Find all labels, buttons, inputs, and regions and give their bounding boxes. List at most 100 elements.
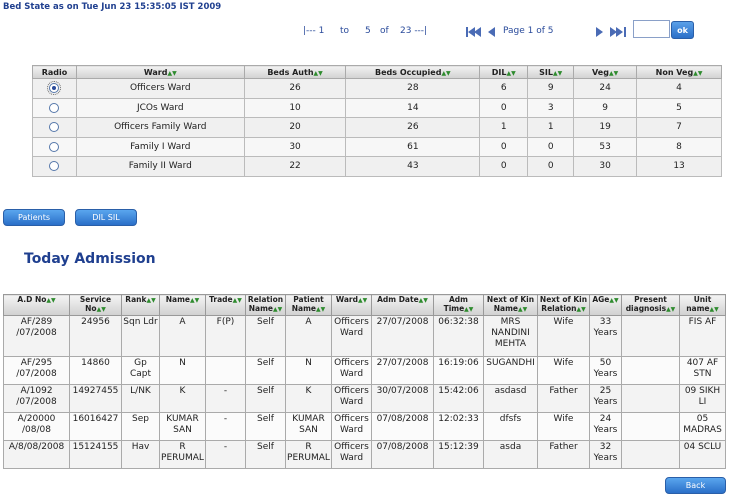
sort-icon[interactable]: ▲▼ <box>146 297 155 304</box>
adm-col-header[interactable]: AGe▲▼ <box>589 294 622 316</box>
ward-cell-beds-occ: 43 <box>345 156 481 177</box>
adm-col-header[interactable]: A.D No▲▼ <box>3 294 70 316</box>
ward-cell-dil: 0 <box>479 156 529 177</box>
sort-icon[interactable]: ▲▼ <box>609 297 618 304</box>
adm-cell-diag <box>621 412 680 441</box>
adm-cell-diag <box>621 384 680 413</box>
adm-cell-age: 33 Years <box>589 315 622 357</box>
adm-col-header[interactable]: Adm Date▲▼ <box>371 294 434 316</box>
adm-cell-time: 15:42:06 <box>433 384 484 413</box>
ward-select-radio[interactable] <box>49 102 60 113</box>
ward-cell-sil: 1 <box>527 117 575 138</box>
adm-col-header[interactable]: Present diagnosis▲▼ <box>621 294 680 316</box>
adm-cell-name: KUMAR SAN <box>159 412 206 441</box>
adm-col-header[interactable]: Trade▲▼ <box>205 294 246 316</box>
sort-icon[interactable]: ▲▼ <box>666 306 675 313</box>
adm-cell-date: 07/08/2008 <box>371 440 434 469</box>
ward-cell-beds-auth: 26 <box>243 78 347 99</box>
sort-icon[interactable]: ▲▼ <box>314 70 323 77</box>
adm-cell-trade: - <box>205 384 246 413</box>
page-indicator: Page 1 of 5 <box>503 26 554 36</box>
adm-cell-service: 14860 <box>69 356 122 385</box>
col-beds-occupied[interactable]: Beds Occupied▲▼ <box>345 65 481 79</box>
adm-cell-name: K <box>159 384 206 413</box>
pager-range-start[interactable]: |--- 1 <box>303 26 324 36</box>
sort-icon[interactable]: ▲▼ <box>441 70 450 77</box>
adm-cell-patient: R PERUMAL <box>285 440 332 469</box>
col-non-veg[interactable]: Non Veg▲▼ <box>636 65 722 79</box>
sort-icon[interactable]: ▲▼ <box>609 70 618 77</box>
ward-cell-veg: 53 <box>573 136 638 157</box>
prev-page-icon[interactable] <box>487 23 497 41</box>
next-page-icon[interactable] <box>595 23 605 41</box>
goto-page-input[interactable] <box>633 20 670 38</box>
sort-icon[interactable]: ▲▼ <box>190 297 199 304</box>
adm-col-header[interactable]: Ward▲▼ <box>331 294 372 316</box>
ward-cell-ward: Family I Ward <box>75 136 245 157</box>
adm-col-header[interactable]: Relation Name▲▼ <box>245 294 286 316</box>
sort-icon[interactable]: ▲▼ <box>273 306 282 313</box>
ward-table-header: Radio Ward▲▼ Beds Auth▲▼ Beds Occupied▲▼… <box>32 65 722 79</box>
adm-col-header[interactable]: Patient Name▲▼ <box>285 294 332 316</box>
ward-select-radio[interactable] <box>49 141 60 152</box>
radio-cell <box>32 117 77 138</box>
dil-sil-button[interactable]: DIL SIL <box>75 209 137 226</box>
sort-icon[interactable]: ▲▼ <box>576 306 585 313</box>
sort-icon[interactable]: ▲▼ <box>464 306 473 313</box>
sort-icon[interactable]: ▲▼ <box>518 306 527 313</box>
col-beds-auth[interactable]: Beds Auth▲▼ <box>243 65 347 79</box>
ward-select-radio[interactable] <box>47 81 62 95</box>
ward-cell-nonveg: 8 <box>636 136 722 157</box>
sort-icon[interactable]: ▲▼ <box>358 297 367 304</box>
pager-of-label: of <box>380 26 389 36</box>
ward-cell-ward: Officers Family Ward <box>75 117 245 138</box>
sort-icon[interactable]: ▲▼ <box>419 297 428 304</box>
adm-col-header[interactable]: Next of Kin Relation▲▼ <box>537 294 590 316</box>
sort-icon[interactable]: ▲▼ <box>693 70 702 77</box>
sort-icon[interactable]: ▲▼ <box>710 306 719 313</box>
ward-cell-nonveg: 5 <box>636 97 722 118</box>
adm-col-header[interactable]: Service No▲▼ <box>69 294 122 316</box>
adm-cell-relation: Self <box>245 315 286 357</box>
radio-cell <box>32 97 77 118</box>
ward-cell-ward: Officers Ward <box>75 78 245 99</box>
ward-cell-beds-auth: 20 <box>243 117 347 138</box>
adm-cell-rank: Sep <box>121 412 160 441</box>
sort-icon[interactable]: ▲▼ <box>553 70 562 77</box>
adm-cell-relation: Self <box>245 356 286 385</box>
ok-button[interactable]: ok <box>671 21 694 39</box>
ward-select-radio[interactable] <box>49 122 60 132</box>
col-dil[interactable]: DIL▲▼ <box>479 65 529 79</box>
adm-cell-age: 32 Years <box>589 440 622 469</box>
adm-cell-rank: L/NK <box>121 384 160 413</box>
adm-col-header[interactable]: Rank▲▼ <box>121 294 160 316</box>
radio-cell <box>32 156 77 177</box>
adm-col-header[interactable]: Adm Time▲▼ <box>433 294 484 316</box>
adm-cell-name: R PERUMAL <box>159 440 206 469</box>
back-button[interactable]: Back <box>665 477 726 494</box>
col-ward[interactable]: Ward▲▼ <box>75 65 245 79</box>
sort-icon[interactable]: ▲▼ <box>506 70 515 77</box>
sort-icon[interactable]: ▲▼ <box>233 297 242 304</box>
adm-col-header[interactable]: Unit name▲▼ <box>679 294 726 316</box>
adm-col-header[interactable]: Next of Kin Name▲▼ <box>483 294 538 316</box>
sort-icon[interactable]: ▲▼ <box>167 70 176 77</box>
last-page-icon[interactable] <box>609 23 627 41</box>
adm-col-header[interactable]: Name▲▼ <box>159 294 206 316</box>
ward-cell-beds-auth: 30 <box>243 136 347 157</box>
ward-table-row: Officers Ward 26 28 6 9 24 4 <box>32 78 722 99</box>
first-page-icon[interactable] <box>465 23 483 41</box>
adm-cell-diag <box>621 356 680 385</box>
patients-button[interactable]: Patients <box>3 209 65 226</box>
ward-cell-veg: 24 <box>573 78 638 99</box>
sort-icon[interactable]: ▲▼ <box>97 306 106 313</box>
sort-icon[interactable]: ▲▼ <box>46 297 55 304</box>
ward-bed-table: Radio Ward▲▼ Beds Auth▲▼ Beds Occupied▲▼… <box>32 65 722 177</box>
col-veg[interactable]: Veg▲▼ <box>573 65 638 79</box>
ward-table-row: Family II Ward 22 43 0 0 30 13 <box>32 156 722 177</box>
sort-icon[interactable]: ▲▼ <box>316 306 325 313</box>
ward-select-radio[interactable] <box>49 161 60 171</box>
pager-total[interactable]: 23 ---| <box>400 26 427 36</box>
col-sil[interactable]: SIL▲▼ <box>527 65 575 79</box>
ward-cell-ward: Family II Ward <box>75 156 245 177</box>
